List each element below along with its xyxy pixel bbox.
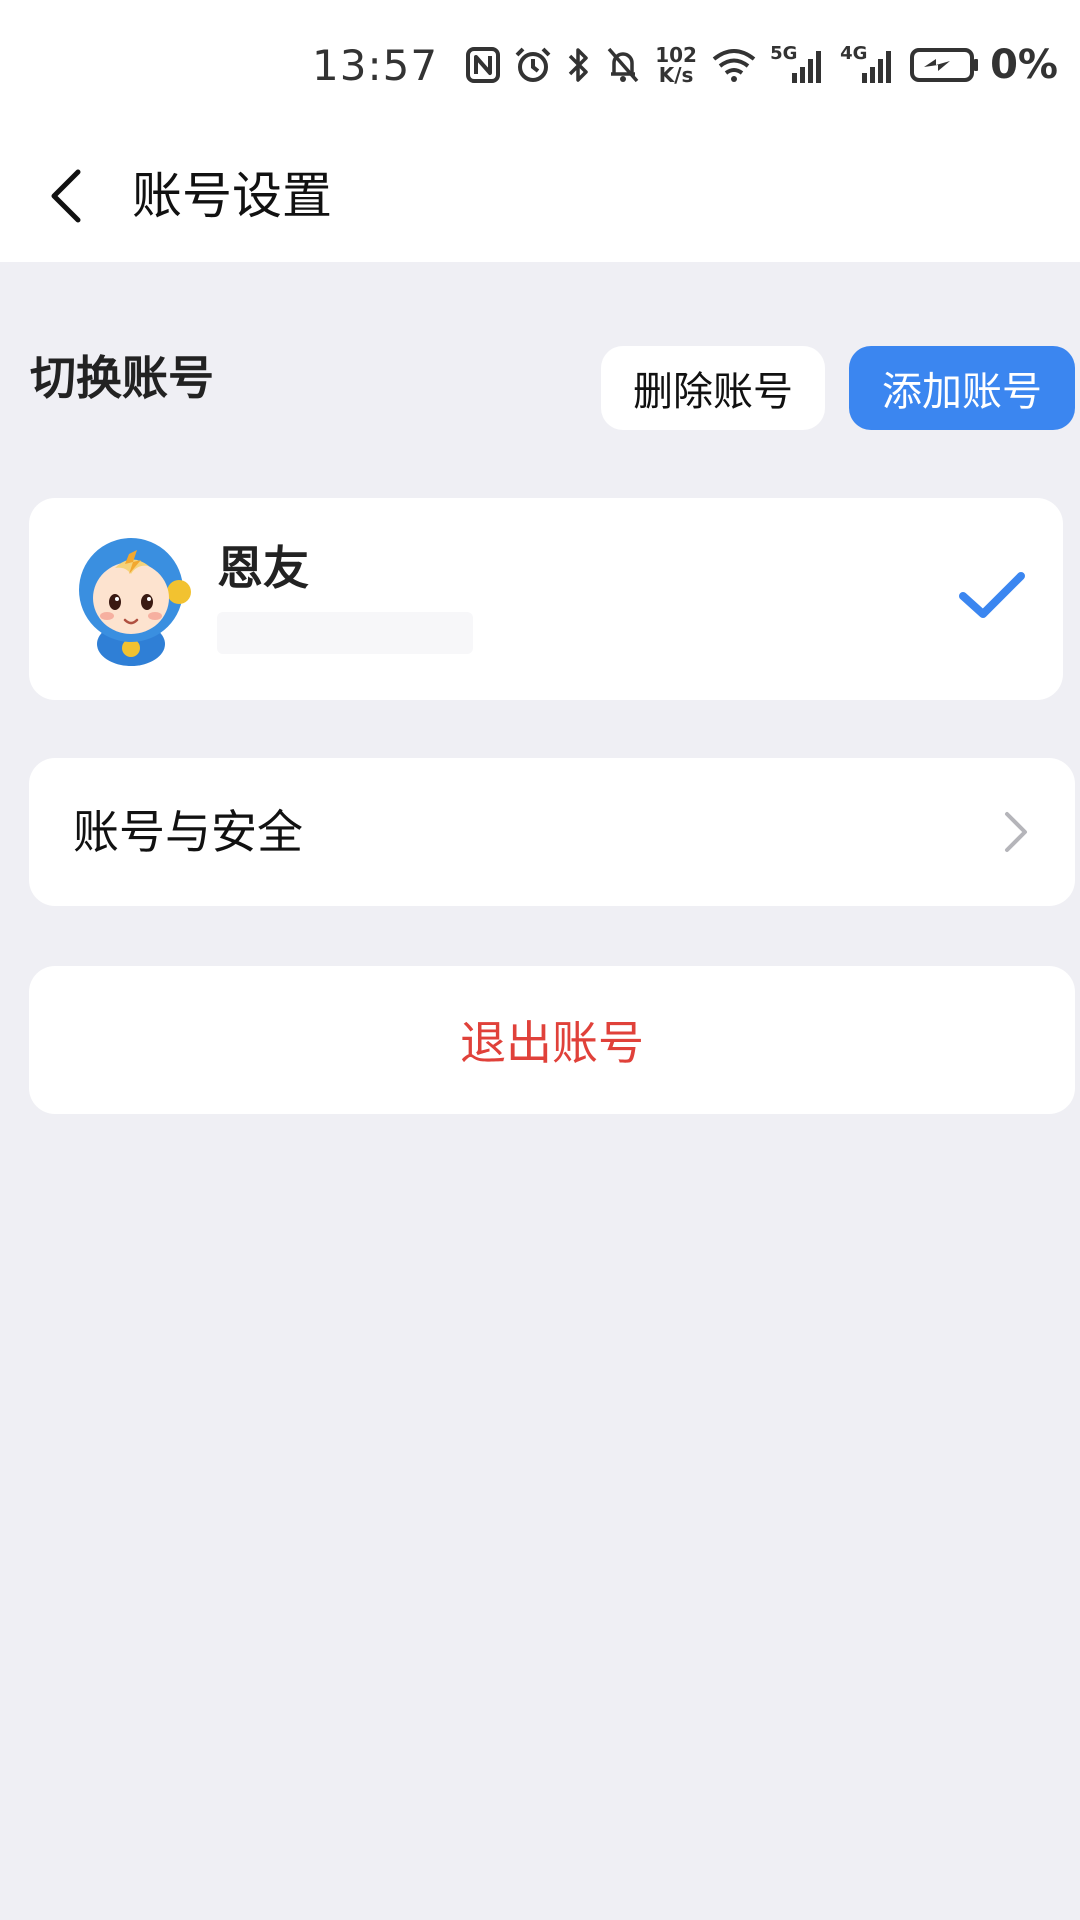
net-speed-unit: K/s — [658, 63, 694, 87]
delete-account-button[interactable]: 删除账号 — [601, 346, 825, 430]
wifi-icon — [712, 42, 756, 88]
account-name: 恩友 — [217, 541, 309, 595]
mute-icon — [606, 42, 640, 88]
signal-5g-icon: 5G — [770, 42, 826, 88]
header: 账号设置 — [0, 130, 1080, 262]
nfc-icon — [466, 42, 501, 88]
checkmark-icon — [959, 572, 1025, 618]
account-security-label: 账号与安全 — [73, 805, 303, 859]
chevron-right-icon — [1005, 812, 1027, 852]
alarm-icon — [514, 42, 552, 88]
account-detail-redacted — [217, 612, 473, 654]
logout-button[interactable]: 退出账号 — [29, 966, 1075, 1114]
battery-percent: 0% — [990, 42, 1058, 88]
back-button[interactable] — [40, 160, 92, 232]
add-account-button[interactable]: 添加账号 — [849, 346, 1075, 430]
mascot-avatar-icon — [71, 528, 201, 668]
battery-charging-icon — [910, 42, 980, 88]
chevron-left-icon — [51, 169, 81, 223]
net-speed-value: 102 — [655, 43, 697, 67]
logout-label: 退出账号 — [460, 1016, 644, 1070]
bluetooth-icon — [566, 42, 592, 88]
page-title: 账号设置 — [132, 167, 332, 225]
switch-account-title: 切换账号 — [30, 351, 214, 405]
status-time: 13:57 — [312, 40, 439, 90]
account-card[interactable]: 恩友 — [29, 498, 1063, 700]
status-bar: 13:57 102 K/s 5G 4G 0% — [0, 0, 1080, 130]
signal-4g-icon: 4G — [840, 42, 896, 88]
account-security-row[interactable]: 账号与安全 — [29, 758, 1075, 906]
net-speed: 102 K/s — [654, 42, 698, 88]
